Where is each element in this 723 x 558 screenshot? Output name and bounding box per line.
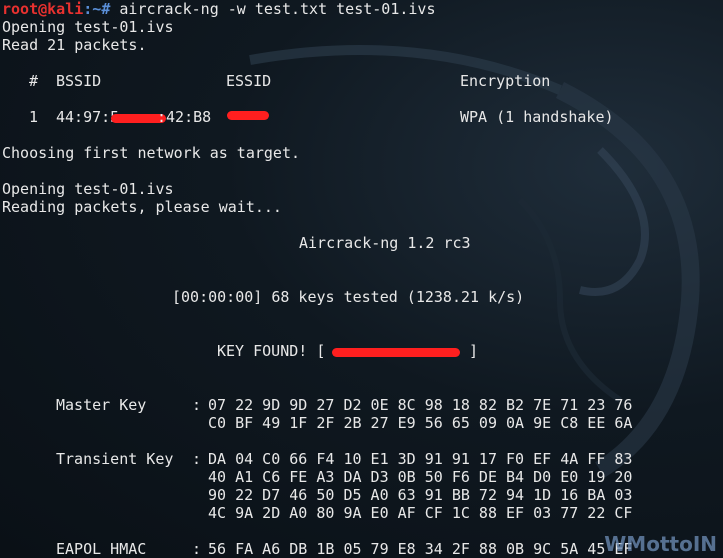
master-key-label: Master Key (56, 396, 147, 414)
master-key-row: C0 BF 49 1F 2F 2B 27 E9 56 65 09 0A 9E C… (208, 414, 633, 432)
output-line: Opening test-01.ivs (2, 180, 174, 198)
header-bssid: BSSID (56, 72, 102, 90)
eapol-hmac-row: 56 FA A6 DB 1B 05 79 E8 34 2F 88 0B 9C 5… (208, 540, 633, 558)
transient-key-label: Transient Key (56, 450, 174, 468)
separator-colon: : (192, 450, 202, 468)
output-line: Choosing first network as target. (2, 144, 301, 162)
redaction-mark (227, 111, 269, 120)
separator-colon: : (192, 540, 202, 558)
transient-key-row: 40 A1 C6 FE A3 DA D3 0B 50 F6 DE B4 D0 E… (208, 468, 633, 486)
key-found-label: KEY FOUND! [ (217, 342, 326, 360)
row-bssid-end: :42:B8 (157, 108, 212, 126)
eapol-hmac-label: EAPOL HMAC (56, 540, 147, 558)
command-prompt-line: root@kali:~# aircrack-ng -w test.txt tes… (2, 0, 435, 18)
header-num: # (29, 72, 39, 90)
transient-key-row: 4C 9A 2D A0 80 9A E0 AF CF 1C 88 EF 03 7… (208, 504, 633, 522)
prompt-user: root@kali (2, 0, 84, 18)
redaction-mark (332, 348, 460, 357)
terminal-output[interactable]: root@kali:~# aircrack-ng -w test.txt tes… (2, 0, 723, 558)
header-essid: ESSID (226, 72, 272, 90)
output-line: Read 21 packets. (2, 36, 147, 54)
watermark-logo: WMottoIN (604, 532, 717, 556)
header-encryption: Encryption (460, 72, 551, 90)
output-line: Opening test-01.ivs (2, 18, 174, 36)
row-encryption: WPA (1 handshake) (460, 108, 614, 126)
row-bssid-start: 44:97:5 (56, 108, 120, 126)
row-num: 1 (29, 108, 39, 126)
prompt-path: :~# (83, 0, 120, 18)
keys-tested-line: [00:00:00] 68 keys tested (1238.21 k/s) (172, 288, 525, 306)
command-text: aircrack-ng -w test.txt test-01.ivs (119, 0, 436, 18)
key-found-close: ] (469, 342, 479, 360)
version-line: Aircrack-ng 1.2 rc3 (299, 234, 471, 252)
transient-key-row: 90 22 D7 46 50 D5 A0 63 91 BB 72 94 1D 1… (208, 486, 633, 504)
master-key-row: 07 22 9D 9D 27 D2 0E 8C 98 18 82 B2 7E 7… (208, 396, 633, 414)
separator-colon: : (192, 396, 202, 414)
transient-key-row: DA 04 C0 66 F4 10 E1 3D 91 91 17 F0 EF 4… (208, 450, 633, 468)
output-line: Reading packets, please wait... (2, 198, 282, 216)
